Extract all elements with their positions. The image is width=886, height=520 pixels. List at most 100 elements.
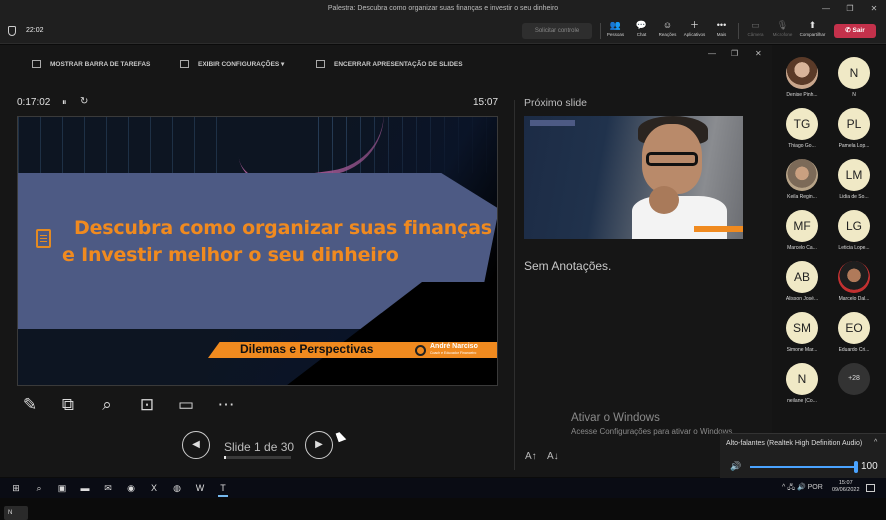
share-icon: ⬆	[808, 20, 817, 30]
people-button[interactable]: 👥 Pessoas	[602, 20, 629, 42]
browser-icon[interactable]: ◍	[169, 480, 185, 496]
presenter-minimize-button[interactable]: —	[708, 49, 716, 58]
presenter-close-button[interactable]: ✕	[755, 49, 762, 58]
participant-tile[interactable]: LG Leticia Lope...	[830, 210, 878, 260]
volume-slider-thumb[interactable]	[854, 461, 858, 473]
next-slide-button[interactable]: ▶	[305, 431, 333, 459]
volume-slider[interactable]	[750, 466, 856, 468]
avatar	[838, 261, 870, 293]
teams-icon[interactable]: T	[215, 480, 231, 497]
next-slide-label: Próximo slide	[524, 97, 588, 109]
apps-button[interactable]: ＋ Aplicativos	[681, 20, 708, 42]
participant-tile[interactable]: SM Simone Mar...	[778, 312, 826, 362]
avatar: N	[838, 57, 870, 89]
next-slide-figure	[632, 196, 727, 239]
toolbar-divider	[738, 23, 739, 39]
share-button[interactable]: ⬆ Compartilhar	[799, 20, 826, 42]
slide-progress-fill	[224, 456, 227, 459]
participant-tile[interactable]: Nneilane (Co...	[778, 363, 826, 413]
next-slide-preview[interactable]	[524, 116, 743, 239]
end-slideshow-icon	[316, 60, 325, 69]
display-settings-button[interactable]: EXIBIR CONFIGURAÇÕES ▾	[180, 55, 284, 75]
task-view-icon[interactable]: ▣	[54, 480, 70, 496]
show-taskbar-button[interactable]: MOSTRAR BARRA DE TAREFAS	[32, 55, 150, 75]
volume-slider-fill	[750, 466, 856, 468]
participant-tile[interactable]: PL Pamela Lop...	[830, 108, 878, 158]
slide-counter: Slide 1 de 30	[224, 440, 295, 454]
notifications-icon[interactable]	[866, 484, 875, 492]
system-tray[interactable]: ^ 🖧 🔊 POR	[782, 480, 823, 496]
participant-name: Marcelo Dal...	[838, 296, 870, 302]
pen-icon[interactable]: ✎	[19, 394, 41, 416]
leave-button[interactable]: ✆ Sair	[834, 24, 876, 38]
slide-headline: Descubra como organizar suas finanças e …	[62, 215, 492, 269]
decrease-font-icon[interactable]: A↓	[547, 451, 559, 462]
clock-time: 15:07	[838, 480, 853, 486]
window-title-bar: Palestra: Descubra como organizar suas f…	[0, 0, 886, 18]
request-control-button[interactable]: Solicitar controle	[522, 23, 592, 39]
zoom-icon[interactable]: ⌕	[96, 394, 118, 416]
start-icon[interactable]: ⊞	[8, 480, 24, 496]
more-button[interactable]: ••• Mais	[708, 20, 735, 42]
participant-name: Thiago Go...	[788, 143, 816, 149]
minimize-window-button[interactable]: —	[814, 0, 838, 18]
reactions-button[interactable]: ☺ Reações	[654, 20, 681, 42]
black-screen-icon[interactable]: ⊡	[136, 394, 158, 416]
more-participants-tile[interactable]: +28	[830, 363, 878, 413]
restart-timer-icon[interactable]: ↻	[80, 96, 88, 107]
activation-watermark-title: Ativar o Windows	[571, 412, 660, 424]
participant-tile[interactable]: LM Lidia de So...	[830, 159, 878, 209]
see-all-slides-icon[interactable]: ⧉	[57, 394, 79, 416]
microphone-button[interactable]: 🎙 Microfone	[769, 20, 796, 42]
leave-label: Sair	[852, 27, 865, 34]
camera-button[interactable]: ▭ Câmera	[742, 20, 769, 42]
speaker-notes[interactable]: Sem Anotações.	[524, 259, 611, 273]
avatar: N	[786, 363, 818, 395]
participant-tile[interactable]: Marcelo Dal...	[830, 261, 878, 311]
self-view-chip[interactable]: N	[4, 506, 28, 520]
subtitles-icon[interactable]: ▭	[175, 394, 197, 416]
chat-button[interactable]: 💬 Chat	[628, 20, 655, 42]
chrome-icon[interactable]: ◉	[123, 480, 139, 496]
participant-name: Simone Mar...	[786, 347, 818, 353]
avatar	[786, 159, 818, 191]
participant-tile[interactable]: EO Eduardo Cri...	[830, 312, 878, 362]
more-options-icon[interactable]: ⋯	[215, 394, 237, 416]
close-window-button[interactable]: ✕	[862, 0, 886, 18]
pause-timer-icon[interactable]: ⏸	[62, 97, 67, 108]
search-icon[interactable]: ⌕	[31, 480, 47, 496]
participant-tile[interactable]: MF Marcelo Ca...	[778, 210, 826, 260]
mail-icon[interactable]: ✉	[100, 480, 116, 496]
display-settings-label: EXIBIR CONFIGURAÇÕES ▾	[198, 61, 285, 68]
participant-name: Alisson José...	[785, 296, 819, 302]
participant-tile[interactable]: Denise Pinh...	[778, 57, 826, 107]
end-slideshow-button[interactable]: ENCERRAR APRESENTAÇÃO DE SLIDES	[316, 55, 463, 75]
chat-label: Chat	[636, 32, 647, 37]
taskbar-clock[interactable]: 15:07 09/06/2022	[832, 480, 860, 494]
avatar: EO	[838, 312, 870, 344]
pane-divider[interactable]	[514, 100, 515, 470]
speaker-icon[interactable]: 🔊	[730, 461, 741, 472]
presenter-restore-button[interactable]: ❐	[731, 49, 738, 58]
participant-tile[interactable]: NN	[830, 57, 878, 107]
chevron-up-icon[interactable]: ^	[874, 439, 877, 446]
excel-icon[interactable]: X	[146, 480, 162, 496]
audio-device-name[interactable]: Alto-falantes (Realtek High Definition A…	[726, 440, 862, 447]
more-label: Mais	[716, 32, 727, 37]
participant-tile[interactable]: AB Alisson José...	[778, 261, 826, 311]
word-icon[interactable]: W	[192, 480, 208, 496]
participant-tile[interactable]: TG Thiago Go...	[778, 108, 826, 158]
previous-slide-button[interactable]: ◀	[182, 431, 210, 459]
end-slideshow-label: ENCERRAR APRESENTAÇÃO DE SLIDES	[334, 61, 463, 68]
participant-name: Leticia Lope...	[838, 245, 870, 251]
current-slide[interactable]: Descubra como organizar suas finanças e …	[17, 116, 498, 386]
windows-taskbar: ⊞ ⌕ ▣ ▬ ✉ ◉ X ◍ W T ^ 🖧 🔊 POR 15:07 09/06/2022	[0, 478, 886, 498]
participant-tile[interactable]: Keila Regin...	[778, 159, 826, 209]
slide-brand: André Narciso Coach e Educador Financeir…	[430, 343, 478, 356]
slide-headline-line2: e Investir melhor o seu dinheiro	[62, 244, 399, 266]
taskbar-icon	[32, 60, 41, 69]
slide-background-grid	[18, 117, 218, 173]
maximize-window-button[interactable]: ❐	[838, 0, 862, 18]
increase-font-icon[interactable]: A↑	[525, 451, 537, 462]
file-explorer-icon[interactable]: ▬	[77, 480, 93, 496]
